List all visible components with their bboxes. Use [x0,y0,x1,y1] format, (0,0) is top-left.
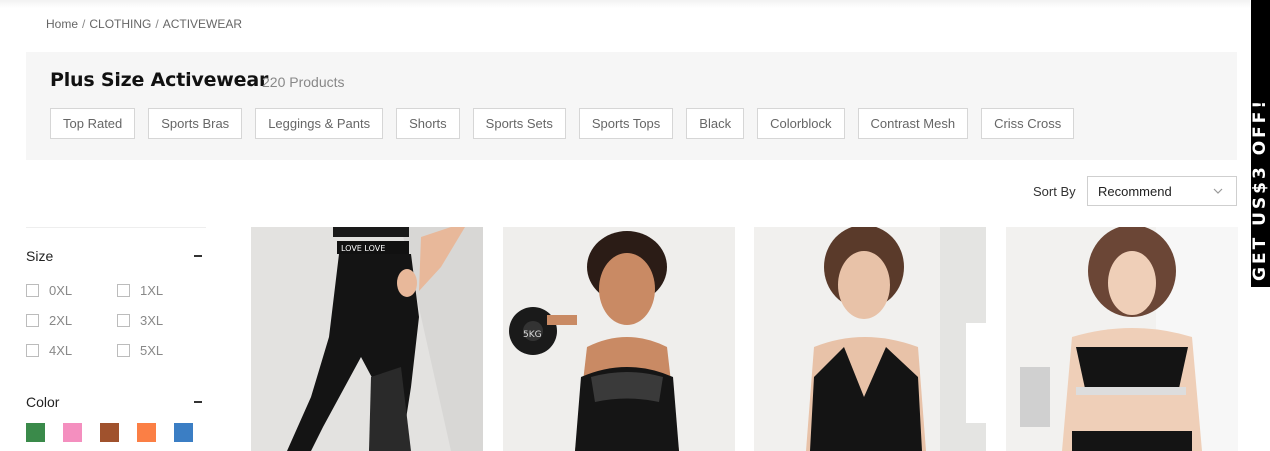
chip-criss-cross[interactable]: Criss Cross [981,108,1075,139]
size-label: 3XL [140,313,164,328]
top-shadow [0,0,1250,8]
color-swatch-orange[interactable] [137,423,156,442]
quick-filter-chips: Top Rated Sports Bras Leggings & Pants S… [50,108,1087,139]
breadcrumb: Home / CLOTHING / ACTIVEWEAR [46,17,242,31]
size-label: 0XL [49,283,73,298]
product-image-letter-bra[interactable] [1006,227,1238,451]
size-label: 5XL [140,343,164,358]
color-swatch-green[interactable] [26,423,45,442]
chip-top-rated[interactable]: Top Rated [50,108,136,139]
breadcrumb-activewear[interactable]: ACTIVEWEAR [163,17,242,31]
checkbox[interactable] [117,284,130,297]
product-photo: LOVE LOVE [251,227,483,451]
checkbox[interactable] [117,344,130,357]
size-option-3xl[interactable]: 3XL [117,313,163,328]
product-image-mesh-bra[interactable]: 5KG [503,227,735,451]
color-swatch-blue[interactable] [174,423,193,442]
size-option-5xl[interactable]: 5XL [117,343,163,358]
product-image-cutout-bra[interactable] [754,227,986,451]
product-photo [1006,227,1238,451]
size-option-1xl[interactable]: 1XL [117,283,163,298]
checkbox[interactable] [26,284,39,297]
color-swatch-pink[interactable] [63,423,82,442]
breadcrumb-clothing[interactable]: CLOTHING [89,17,151,31]
collapse-icon[interactable] [192,396,204,408]
page-title: Plus Size Activewear [50,69,269,91]
filter-divider [26,227,206,228]
breadcrumb-home[interactable]: Home [46,17,78,31]
sort-dropdown[interactable]: Recommend [1087,176,1237,206]
color-swatch-brown[interactable] [100,423,119,442]
breadcrumb-separator: / [155,17,159,31]
chip-black[interactable]: Black [686,108,745,139]
size-option-2xl[interactable]: 2XL [26,313,72,328]
size-label: 4XL [49,343,73,358]
svg-text:LOVE LOVE: LOVE LOVE [341,244,385,253]
promo-side-tab[interactable]: GET US$3 OFF! [1251,0,1270,287]
breadcrumb-separator: / [82,17,86,31]
size-option-0xl[interactable]: 0XL [26,283,72,298]
collapse-icon[interactable] [192,250,204,262]
chip-contrast-mesh[interactable]: Contrast Mesh [857,108,969,139]
chip-leggings-pants[interactable]: Leggings & Pants [255,108,384,139]
product-image-leggings[interactable]: LOVE LOVE [251,227,483,451]
product-photo: 5KG [503,227,735,451]
product-count: 220 Products [262,74,345,90]
category-header: Plus Size Activewear 220 Products Top Ra… [26,52,1237,160]
chip-sports-tops[interactable]: Sports Tops [578,108,674,139]
chevron-down-icon [1213,188,1223,194]
color-facet-title: Color [26,394,60,410]
product-photo [754,227,986,451]
chip-shorts[interactable]: Shorts [396,108,460,139]
chip-sports-bras[interactable]: Sports Bras [148,108,243,139]
chip-sports-sets[interactable]: Sports Sets [472,108,566,139]
checkbox[interactable] [26,344,39,357]
sort-value: Recommend [1098,183,1172,199]
chip-colorblock[interactable]: Colorblock [757,108,845,139]
sort-label: Sort By [1033,184,1076,199]
checkbox[interactable] [26,314,39,327]
size-label: 2XL [49,313,73,328]
size-option-4xl[interactable]: 4XL [26,343,72,358]
svg-text:5KG: 5KG [523,330,542,340]
size-label: 1XL [140,283,164,298]
promo-text: GET US$3 OFF! [1251,97,1270,281]
size-facet-title: Size [26,248,54,264]
checkbox[interactable] [117,314,130,327]
